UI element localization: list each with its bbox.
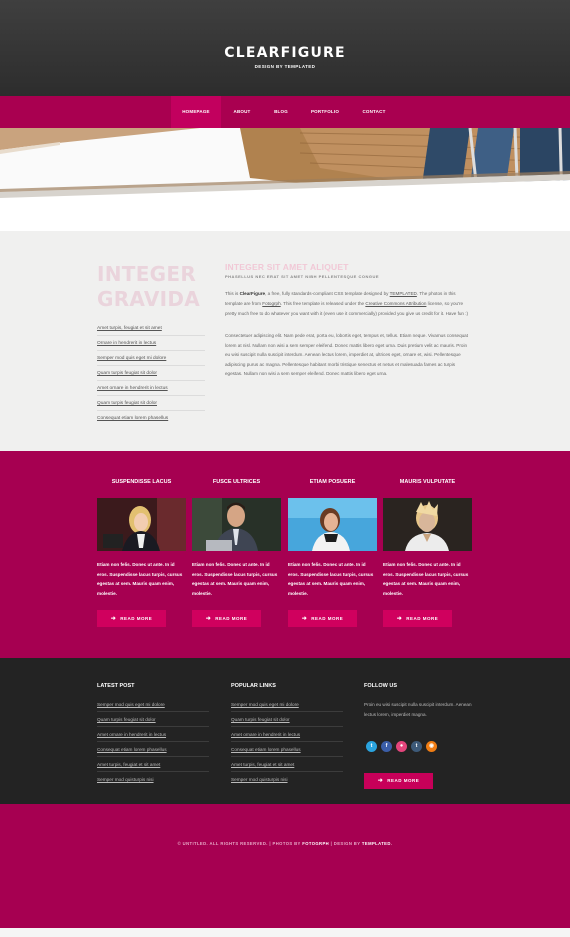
- read-more-button[interactable]: ➜ READ MORE: [192, 610, 261, 627]
- nav-item-about[interactable]: ABOUT: [226, 96, 258, 128]
- feature-card: SUSPENDISSE LACUS Etiam non felis. Donec…: [97, 479, 186, 598]
- footer-link[interactable]: Semper mod quis eget mi dolore: [97, 697, 209, 712]
- side-link[interactable]: Amet ornare in hendrerit in lectus: [97, 381, 205, 396]
- follow-us-title: FOLLOW US: [364, 683, 397, 689]
- about-intro-paragraph: This is ClearFigure, a free, fully stand…: [225, 289, 472, 319]
- footer-link[interactable]: Semper mod quisturpis nisi: [97, 772, 209, 787]
- arrow-right-icon: ➜: [110, 616, 117, 622]
- facebook-icon[interactable]: f: [381, 741, 392, 752]
- popular-links-title: POPULAR LINKS: [231, 683, 276, 689]
- text: , a free, fully standards-compliant CSS …: [265, 291, 390, 296]
- about-subtitle: PHASELLUS NEC ERAT SIT AMET NIBH PELLENT…: [225, 274, 380, 279]
- side-link[interactable]: Ornare in hendrerit in lectus: [97, 336, 205, 351]
- copyright-text: © UNTITLED. ALL RIGHTS RESERVED. | PHOTO…: [0, 841, 570, 846]
- smiling-woman-photo[interactable]: [288, 498, 377, 551]
- footer-bottom: [0, 804, 570, 928]
- footer-link[interactable]: Consequat etiam lorem phasellus: [97, 742, 209, 757]
- footer-link[interactable]: Amet turpis, feugiat et sit amet: [97, 757, 209, 772]
- twitter-icon[interactable]: t: [366, 741, 377, 752]
- about-body-paragraph: Consectetuer adipiscing elit. Nam pede e…: [225, 333, 469, 376]
- feature-title: FUSCE ULTRICES: [212, 479, 261, 485]
- side-link[interactable]: Quam turpis feugiat sit dolor: [97, 396, 205, 411]
- read-more-button[interactable]: ➜ READ MORE: [383, 610, 452, 627]
- feature-card: ETIAM POSUERE Etiam non felis. Donec ut …: [288, 479, 377, 598]
- page-bottom-edge: [0, 928, 570, 937]
- tumblr-icon[interactable]: t: [411, 741, 422, 752]
- feature-text: Etiam non felis. Donec ut ante. In id er…: [192, 562, 278, 596]
- follow-us-text: Proin eu wisi suscipit nulla suscipit in…: [364, 702, 472, 717]
- feature-text: Etiam non felis. Donec ut ante. In id er…: [97, 562, 183, 596]
- about-title: INTEGER SIT AMET ALIQUET: [225, 262, 349, 272]
- feature-title: SUSPENDISSE LACUS: [111, 479, 172, 485]
- footer-link[interactable]: Consequat etiam lorem phasellus: [231, 742, 343, 757]
- site-header: CLEARFIGURE DESIGN BY TEMPLATED: [0, 0, 570, 96]
- side-link[interactable]: Amet turpis, feugiat et sit amet: [97, 321, 205, 336]
- popular-links-list: Semper mod quis eget mi dolore Quam turp…: [231, 697, 343, 787]
- read-more-button[interactable]: ➜ READ MORE: [97, 610, 166, 627]
- nav-item-portfolio[interactable]: PORTFOLIO: [305, 96, 345, 128]
- feature-text: Etiam non felis. Donec ut ante. In id er…: [288, 562, 374, 596]
- brand-name: ClearFigure: [239, 291, 266, 296]
- dribbble-icon[interactable]: ●: [396, 741, 407, 752]
- hero-banner-image: [0, 128, 570, 231]
- footer-link[interactable]: Quam turpis feugiat sit dolor: [97, 712, 209, 727]
- text: | DESIGN BY: [329, 841, 362, 846]
- button-label: READ MORE: [120, 616, 153, 621]
- fotogrph-link[interactable]: Fotogrph: [262, 301, 280, 306]
- feature-text: Etiam non felis. Donec ut ante. In id er…: [383, 562, 469, 596]
- arrow-right-icon: ➜: [396, 616, 403, 622]
- nav-item-blog[interactable]: BLOG: [266, 96, 296, 128]
- arrow-right-icon: ➜: [377, 778, 384, 784]
- man-at-laptop-photo[interactable]: [192, 498, 281, 551]
- text: This is: [225, 291, 240, 296]
- feature-title: ETIAM POSUERE: [309, 479, 356, 485]
- read-more-button[interactable]: ➜ READ MORE: [288, 610, 357, 627]
- rss-icon[interactable]: ◉: [426, 741, 437, 752]
- button-label: READ MORE: [406, 616, 439, 621]
- big-title-line-1: INTEGER: [97, 262, 197, 286]
- feature-title: MAURIS VULPUTATE: [399, 479, 456, 485]
- footer-link[interactable]: Semper mod quisturpis nisi: [231, 772, 343, 787]
- nav-item-contact[interactable]: CONTACT: [355, 96, 393, 128]
- young-man-portrait-photo[interactable]: [383, 498, 472, 551]
- latest-post-list: Semper mod quis eget mi dolore Quam turp…: [97, 697, 209, 787]
- site-tagline: DESIGN BY TEMPLATED: [254, 64, 316, 69]
- fotogrph-credit-link[interactable]: FOTOGRPH: [302, 841, 329, 846]
- feature-card: FUSCE ULTRICES Etiam non felis. Donec ut…: [192, 479, 281, 598]
- text: . This free template is released under t…: [280, 301, 366, 306]
- button-label: READ MORE: [311, 616, 344, 621]
- creative-commons-link[interactable]: Creative Commons Attribution: [365, 301, 426, 306]
- footer-link[interactable]: Amet ornare in hendrerit in lectus: [231, 727, 343, 742]
- button-label: READ MORE: [215, 616, 248, 621]
- side-link[interactable]: Consequat etiam lorem phasellus: [97, 411, 205, 426]
- text: © UNTITLED. ALL RIGHTS RESERVED. | PHOTO…: [177, 841, 303, 846]
- site-logo[interactable]: CLEARFIGURE: [0, 45, 570, 61]
- footer-link[interactable]: Amet ornare in hendrerit in lectus: [97, 727, 209, 742]
- button-label: READ MORE: [387, 778, 420, 783]
- side-link[interactable]: Quam turpis feugiat sit dolor: [97, 366, 205, 381]
- footer-link[interactable]: Amet turpis, feugiat et sit amet: [231, 757, 343, 772]
- main-nav: HOMEPAGE ABOUT BLOG PORTFOLIO CONTACT: [0, 96, 570, 128]
- footer-link[interactable]: Semper mod quis eget mi dolore: [231, 697, 343, 712]
- follow-read-more-button[interactable]: ➜ READ MORE: [364, 773, 433, 789]
- social-icons: t f ● t ◉: [366, 741, 437, 752]
- text: .: [390, 841, 393, 846]
- side-link[interactable]: Semper mod quis eget mi dolore: [97, 351, 205, 366]
- templated-link[interactable]: TEMPLATED: [390, 291, 417, 296]
- latest-post-title: LATEST POST: [97, 683, 135, 689]
- arrow-right-icon: ➜: [205, 616, 212, 622]
- about-big-title: INTEGER GRAVIDA: [97, 262, 217, 312]
- big-title-line-2: GRAVIDA: [97, 287, 201, 311]
- footer-link[interactable]: Quam turpis feugiat sit dolor: [231, 712, 343, 727]
- features-section: [0, 451, 570, 658]
- templated-credit-link[interactable]: TEMPLATED: [362, 841, 391, 846]
- nav-item-homepage[interactable]: HOMEPAGE: [171, 96, 221, 128]
- feature-card: MAURIS VULPUTATE Etiam non felis. Donec …: [383, 479, 472, 598]
- arrow-right-icon: ➜: [301, 616, 308, 622]
- about-side-links: Amet turpis, feugiat et sit amet Ornare …: [97, 321, 205, 426]
- woman-with-laptop-photo[interactable]: [97, 498, 186, 551]
